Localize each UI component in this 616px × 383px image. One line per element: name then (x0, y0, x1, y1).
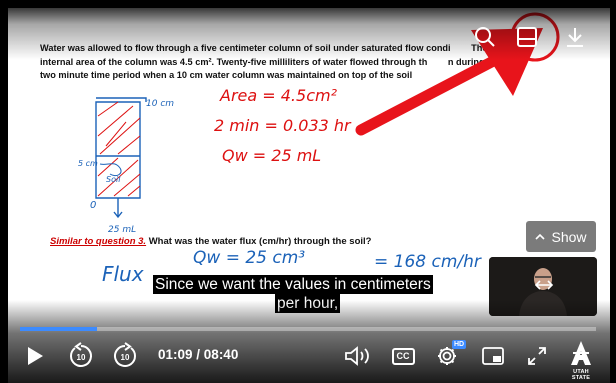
caption-line-1: Since we want the values in centimeters (153, 275, 433, 294)
forward-10-icon: 10 (114, 342, 136, 367)
search-button[interactable] (468, 20, 502, 54)
similar-label: Similar to question 3. (50, 236, 147, 247)
picture-in-picture-button[interactable] (478, 340, 508, 372)
svg-text:10: 10 (77, 353, 86, 362)
transcript-button[interactable] (510, 20, 544, 54)
current-time: 01:09 (158, 347, 193, 362)
usu-a-icon (571, 341, 591, 365)
soil-column-sketch: 10 cm 5 cm Soil 25 mL 0 (78, 97, 174, 235)
search-icon (475, 27, 495, 47)
five-cm-label: 5 cm (78, 159, 98, 168)
chevron-up-icon (535, 233, 546, 240)
usu-logo[interactable]: UTAH STATE (566, 340, 596, 381)
volume-icon (345, 346, 369, 366)
play-icon (28, 347, 43, 365)
play-button[interactable] (20, 340, 50, 372)
rewind-10-icon: 10 (70, 342, 92, 367)
show-button-label: Show (551, 228, 587, 245)
time-display: 01:09 / 08:40 (158, 347, 238, 362)
soil-label: Soil (106, 175, 121, 184)
svg-text:10: 10 (121, 353, 130, 362)
captions-button[interactable]: CC (388, 340, 418, 372)
usu-logo-text: UTAH STATE (571, 369, 591, 381)
flux-fraction: Qw = 25 cm³ (193, 248, 306, 268)
volume-button[interactable] (342, 340, 374, 372)
time-annotation: 2 min = 0.033 hr (214, 116, 351, 135)
outflow-label: 25 mL (108, 225, 136, 235)
skip-back-button[interactable]: 10 (64, 340, 98, 372)
question-text: What was the water flux (cm/hr) through … (146, 236, 372, 247)
flux-label: Flux (102, 262, 144, 286)
progress-played (20, 327, 97, 331)
qw-annotation: Qw = 25 mL (222, 146, 322, 165)
download-button[interactable] (558, 20, 592, 54)
transcript-icon (517, 27, 537, 47)
cc-icon: CC (391, 347, 415, 365)
show-button[interactable]: Show (526, 221, 596, 252)
fullscreen-icon (528, 347, 546, 365)
flux-result: = 168 cm/hr (374, 252, 481, 272)
svg-text:0: 0 (90, 200, 96, 211)
question-line: Similar to question 3. What was the wate… (50, 236, 371, 247)
video-player[interactable]: Water was allowed to flow through a five… (0, 0, 616, 383)
progress-bar[interactable] (20, 327, 596, 331)
area-annotation: Area = 4.5cm² (220, 86, 337, 105)
duration: 08:40 (203, 347, 239, 362)
fullscreen-button[interactable] (522, 340, 552, 372)
expand-arrows-icon[interactable] (534, 279, 554, 291)
download-icon (567, 28, 583, 47)
time-separator: / (192, 347, 204, 362)
ten-cm-label: 10 cm (146, 99, 174, 109)
pip-icon (482, 347, 504, 365)
hd-badge: HD (452, 340, 467, 349)
top-letterbox (0, 0, 616, 8)
skip-forward-button[interactable]: 10 (108, 340, 142, 372)
